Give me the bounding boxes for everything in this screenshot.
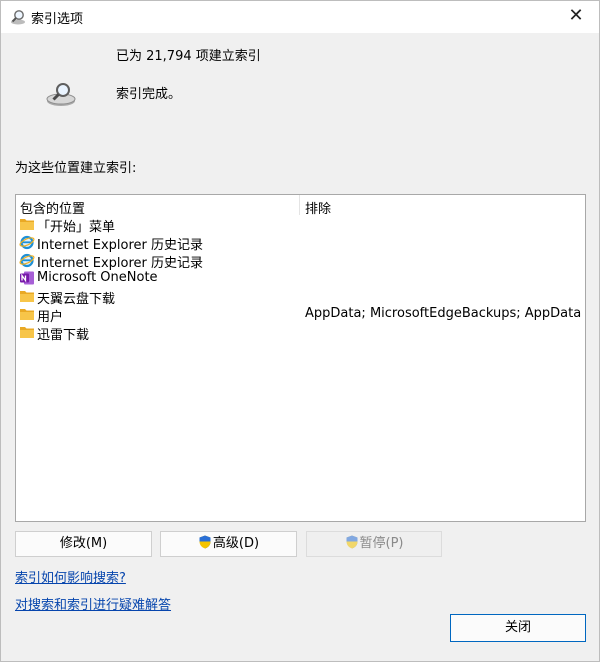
list-item[interactable]: 用户 AppData; MicrosoftEdgeBackups; AppDat… [16, 305, 585, 325]
uac-shield-icon [199, 535, 211, 549]
advanced-button[interactable]: 高级(D) [160, 531, 297, 557]
list-item[interactable]: 天翼云盘下载 [16, 287, 585, 307]
close-button[interactable]: 关闭 [450, 614, 586, 642]
column-divider [299, 195, 300, 215]
advanced-button-label: 高级(D) [212, 536, 260, 551]
onenote-icon [20, 271, 34, 285]
modify-button[interactable]: 修改(M) [15, 531, 152, 557]
troubleshoot-search-link[interactable]: 对搜索和索引进行疑难解答 [15, 594, 171, 613]
list-item[interactable]: Microsoft OneNote [16, 269, 585, 287]
indexed-items-count: 已为 21,794 项建立索引 [116, 49, 261, 64]
uac-shield-icon [346, 535, 357, 549]
close-window-button[interactable]: ✕ [553, 1, 599, 33]
folder-icon [20, 327, 34, 338]
list-item[interactable]: Internet Explorer 历史记录 [16, 233, 585, 253]
folder-icon [20, 219, 34, 230]
how-indexing-affects-search-link[interactable]: 索引如何影响搜索? [15, 567, 126, 586]
internet-explorer-icon [19, 253, 35, 268]
indexing-options-window: 索引选项 ✕ 已为 21,794 项建立索引 索引完成。 为这些位置建立索引: … [0, 0, 600, 662]
indexing-status-icon [46, 83, 76, 106]
folder-icon [20, 291, 34, 302]
location-exclusions: AppData; MicrosoftEdgeBackups; AppData [305, 306, 582, 321]
title-bar: 索引选项 ✕ [1, 1, 599, 33]
indexing-options-icon [11, 10, 25, 25]
location-name: 迅雷下载 [37, 328, 90, 343]
window-title: 索引选项 [31, 12, 84, 27]
modify-button-label: 修改(M) [59, 536, 108, 551]
list-item[interactable]: 迅雷下载 [16, 323, 585, 343]
location-name: Microsoft OneNote [37, 270, 158, 285]
indexing-state: 索引完成。 [116, 87, 182, 102]
internet-explorer-icon [19, 235, 35, 250]
close-button-label: 关闭 [504, 620, 531, 635]
locations-section-label: 为这些位置建立索引: [15, 161, 137, 176]
folder-icon [20, 309, 34, 320]
indexed-locations-list[interactable]: 包含的位置 排除 「开始」菜单 Internet Explorer 历史记录 I… [15, 194, 586, 522]
pause-button-label: 暂停(P) [359, 536, 404, 551]
list-item[interactable]: 「开始」菜单 [16, 215, 585, 235]
pause-button[interactable]: 暂停(P) [306, 531, 442, 557]
list-item[interactable]: Internet Explorer 历史记录 [16, 251, 585, 271]
